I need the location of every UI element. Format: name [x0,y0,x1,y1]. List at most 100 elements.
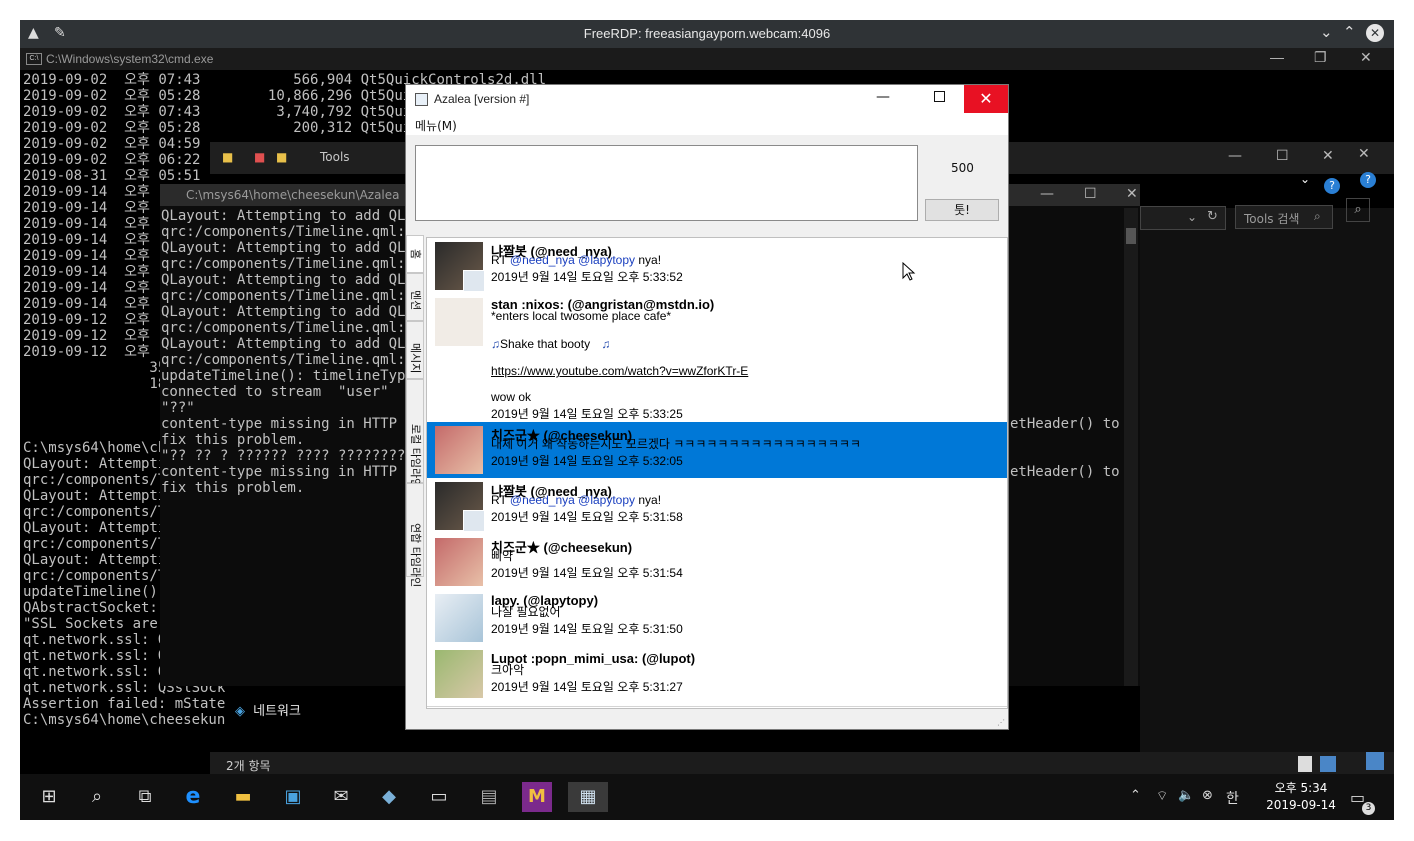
refresh-icon[interactable]: ↻ [1207,209,1218,224]
avatar-main [435,426,483,474]
help-icon[interactable]: ? [1324,178,1340,194]
post-text: nya! [635,253,662,267]
details-view-icon[interactable] [1298,756,1312,772]
msys-line: qrc:/components/Timeline.qml:1 [161,224,414,240]
avatar[interactable] [435,426,483,474]
azalea-close-button[interactable]: ✕ [964,85,1008,113]
avatar-main [435,650,483,698]
msys-line: "??" [161,400,195,416]
avatar[interactable] [435,594,483,642]
timeline-post[interactable]: 냐짤봇 (@need_nya) RT @need_nya @lapytopy n… [427,478,1007,535]
post-mentions[interactable]: @need_nya @lapytopy [510,253,635,267]
avatar[interactable] [435,242,485,292]
blocked-icon[interactable]: ⊗ [1202,788,1213,803]
msys-line: qrc:/components/Timeline.qml:1 [161,320,414,336]
msys-taskbar-icon[interactable]: M [522,782,552,812]
post-body: RT @need_nya @lapytopy nya! [491,254,661,267]
menu-item-menu[interactable]: 메뉴(M) [415,117,457,134]
address-bar[interactable]: ⌄ ↻ [1140,206,1226,230]
tab-messages[interactable]: 메시지 [406,321,424,379]
cmd-line: C:\msys64\home\cheesekun [23,712,226,728]
remote-taskbar-icon[interactable]: ▤ [474,782,504,812]
azalea-maximize-button[interactable] [934,91,945,102]
cmd-taskbar-icon[interactable]: ▭ [424,782,454,812]
cmd-restore-button[interactable]: ❐ [1314,49,1327,66]
rdp-maximize-button[interactable]: ⌃ [1343,23,1356,41]
timeline-post[interactable]: 치즈군★ (@cheesekun) 삐약 2019년 9월 14일 토요일 오후… [427,534,1007,591]
post-body: RT @need_nya @lapytopy nya! [491,494,661,507]
timeline-post-selected[interactable]: 치즈군★ (@cheesekun) 대체 이거 왜 작동하는지도 모르겠다 ㅋㅋ… [427,422,1007,479]
app-icon[interactable]: ◆ [374,782,404,812]
search-icon[interactable]: ⌕ [82,782,112,812]
msys-minimize-button[interactable]: — [1040,186,1054,202]
tray-chevron-up-icon[interactable]: ⌃ [1130,788,1141,803]
view-icon[interactable] [1366,752,1384,770]
post-link[interactable]: https://www.youtube.com/watch?v=wwZforKT… [491,365,748,378]
properties-icon[interactable]: ■ [254,150,265,164]
timeline-post[interactable]: 냐짤봇 (@need_nya) RT @need_nya @lapytopy n… [427,238,1007,295]
new-folder-icon[interactable]: ■ [276,150,287,164]
msys-line: QLayout: Attempting to add QLay [161,208,423,224]
task-view-icon[interactable]: ⧉ [130,782,160,812]
large-icons-view-icon[interactable] [1320,756,1336,772]
wifi-icon[interactable]: ⌔ [1156,788,1168,804]
msys-scroll-thumb[interactable] [1126,228,1136,244]
timeline-post[interactable]: Lupot :popn_mimi_usa: (@lupot) 크아악 2019년… [427,646,1007,707]
avatar[interactable] [435,538,483,586]
tab-local-timeline[interactable]: 로컬 타임라인 [406,379,424,489]
azalea-taskbar-icon[interactable]: ▦ [568,782,608,812]
rdp-close-button[interactable]: ✕ [1366,24,1384,42]
explorer-maximize-button[interactable]: ☐ [1276,148,1289,164]
edge-icon[interactable]: e [178,782,208,812]
search-icon[interactable]: ⌕ [1314,209,1321,224]
tab-mentions-label: 멘션 [409,290,422,311]
volume-icon[interactable]: 🔈 [1178,788,1194,803]
post-mentions[interactable]: @need_nya @lapytopy [510,493,635,507]
help-icon-2[interactable]: ? [1360,172,1376,188]
toot-compose-input[interactable] [415,145,918,221]
toot-button[interactable]: 툿! [925,199,999,221]
avatar-main [435,594,483,642]
file-explorer-icon[interactable]: ▬ [228,782,258,812]
search-icon-2[interactable]: ⌕ [1346,198,1370,222]
tab-mentions[interactable]: 멘션 [406,273,424,321]
avatar[interactable] [435,482,485,532]
network-item[interactable]: ◈ 네트워크 [235,700,301,719]
ime-indicator[interactable]: 한 [1226,788,1239,808]
mail-icon[interactable]: ✉ [326,782,356,812]
cmd-minimize-button[interactable]: — [1270,49,1284,65]
msys-line: content-type missing in HTTP PO [161,464,423,480]
store-icon[interactable]: ▣ [278,782,308,812]
explorer-close-button[interactable]: ✕ [1322,148,1334,164]
explorer-minimize-button[interactable]: — [1228,148,1242,164]
azalea-minimize-button[interactable]: — [876,89,890,105]
folder-icon[interactable]: ■ [222,150,233,164]
char-counter: 500 [951,161,974,175]
msys-close-button[interactable]: ✕ [1126,186,1138,202]
explorer-search-input[interactable]: Tools 검색 ⌕ [1235,205,1333,229]
msys-scrollbar[interactable] [1124,208,1138,686]
post-text: wow ok [491,390,532,404]
msys-line: QLayout: Attempting to add QLay [161,272,423,288]
msys-maximize-button[interactable]: ☐ [1084,186,1097,202]
cmd-line: Assertion failed: mState [23,696,226,712]
tab-home[interactable]: 홈 [406,235,424,273]
network-label: 네트워크 [253,704,301,719]
cmd-close-button[interactable]: ✕ [1360,49,1372,66]
chevron-down-icon[interactable]: ⌄ [1187,210,1197,224]
tab-federated-timeline[interactable]: 연합 타임라인 [406,483,424,587]
clock[interactable]: 오후 5:34 2019-09-14 [1256,780,1346,814]
avatar[interactable] [435,650,483,698]
resize-grip[interactable]: ⋰ [997,718,1005,727]
rdp-minimize-button[interactable]: ⌄ [1320,23,1333,41]
tab-local-label: 로컬 타임라인 [409,424,422,489]
explorer-close-button-2[interactable]: ✕ [1358,146,1370,162]
timeline-post[interactable]: lapy. (@lapytopy) 나잘 필요없어 2019년 9월 14일 토… [427,590,1007,647]
msys-line: QLayout: Attempting to add QLay [161,240,423,256]
timeline-list[interactable]: 냐짤봇 (@need_nya) RT @need_nya @lapytopy n… [426,237,1008,709]
timeline-post[interactable]: stan :nixos: (@angristan@mstdn.io) *ente… [427,294,1007,423]
start-button[interactable]: ⊞ [34,782,64,812]
avatar[interactable] [435,298,483,346]
chevron-down-icon[interactable]: ⌄ [1300,172,1310,186]
azalea-window: Azalea [version #] — ✕ 메뉴(M) 500 툿! 홈 멘션… [405,84,1009,730]
